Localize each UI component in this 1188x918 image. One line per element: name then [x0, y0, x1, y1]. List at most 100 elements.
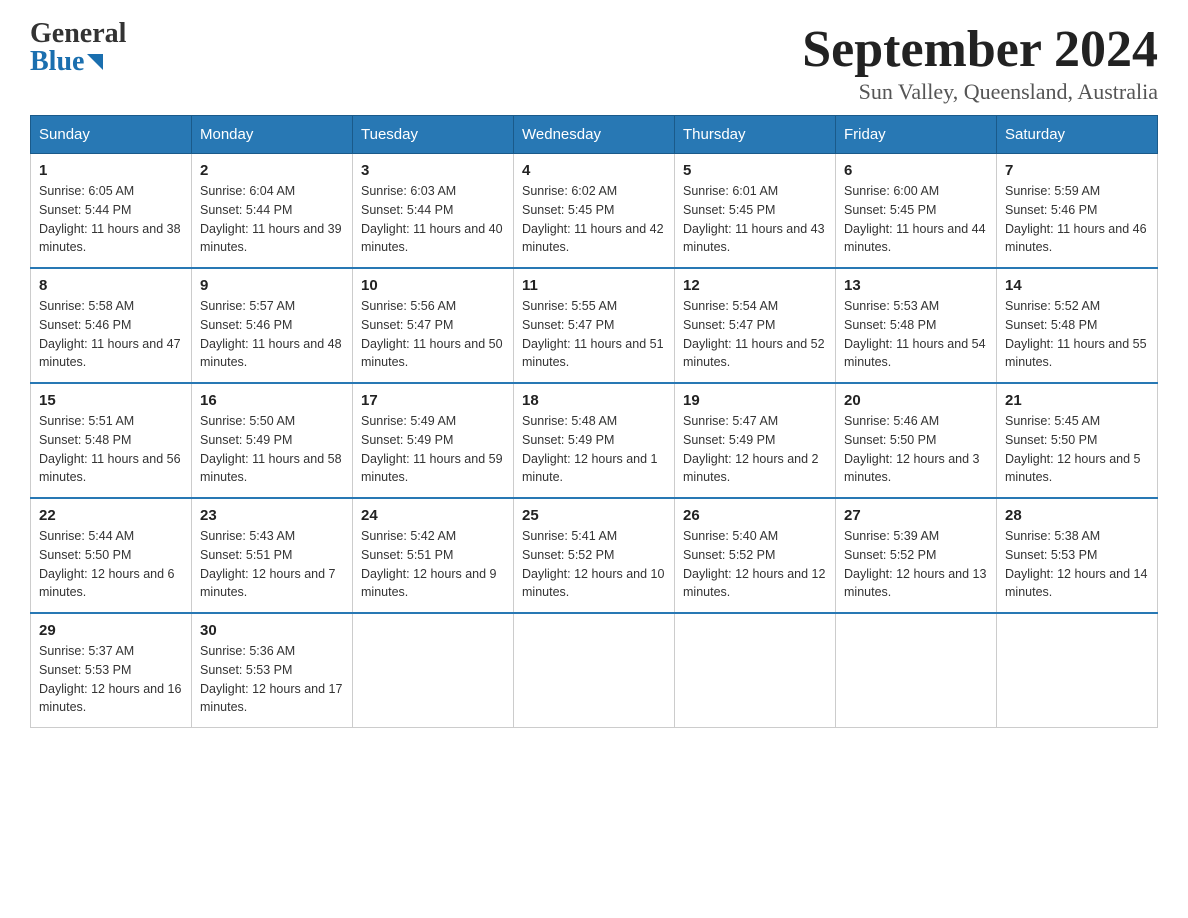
- day-number: 7: [1005, 162, 1149, 179]
- calendar-cell: 4 Sunrise: 6:02 AMSunset: 5:45 PMDayligh…: [514, 154, 675, 269]
- day-info: Sunrise: 6:04 AMSunset: 5:44 PMDaylight:…: [200, 182, 344, 257]
- day-info: Sunrise: 5:45 AMSunset: 5:50 PMDaylight:…: [1005, 412, 1149, 487]
- day-number: 5: [683, 162, 827, 179]
- day-number: 20: [844, 392, 988, 409]
- calendar-cell: 19 Sunrise: 5:47 AMSunset: 5:49 PMDaylig…: [675, 383, 836, 498]
- calendar-cell: 17 Sunrise: 5:49 AMSunset: 5:49 PMDaylig…: [353, 383, 514, 498]
- calendar-cell: 15 Sunrise: 5:51 AMSunset: 5:48 PMDaylig…: [31, 383, 192, 498]
- day-info: Sunrise: 6:00 AMSunset: 5:45 PMDaylight:…: [844, 182, 988, 257]
- day-info: Sunrise: 5:43 AMSunset: 5:51 PMDaylight:…: [200, 527, 344, 602]
- calendar-week-row: 1 Sunrise: 6:05 AMSunset: 5:44 PMDayligh…: [31, 154, 1158, 269]
- day-info: Sunrise: 5:50 AMSunset: 5:49 PMDaylight:…: [200, 412, 344, 487]
- calendar-cell: 22 Sunrise: 5:44 AMSunset: 5:50 PMDaylig…: [31, 498, 192, 613]
- day-info: Sunrise: 6:03 AMSunset: 5:44 PMDaylight:…: [361, 182, 505, 257]
- day-info: Sunrise: 5:54 AMSunset: 5:47 PMDaylight:…: [683, 297, 827, 372]
- day-number: 26: [683, 507, 827, 524]
- day-number: 16: [200, 392, 344, 409]
- day-number: 25: [522, 507, 666, 524]
- day-number: 19: [683, 392, 827, 409]
- day-info: Sunrise: 6:01 AMSunset: 5:45 PMDaylight:…: [683, 182, 827, 257]
- logo-triangle-icon: [87, 54, 103, 70]
- calendar-cell: 10 Sunrise: 5:56 AMSunset: 5:47 PMDaylig…: [353, 268, 514, 383]
- page-header: General Blue September 2024 Sun Valley, …: [30, 20, 1158, 105]
- day-info: Sunrise: 6:02 AMSunset: 5:45 PMDaylight:…: [522, 182, 666, 257]
- calendar-cell: 12 Sunrise: 5:54 AMSunset: 5:47 PMDaylig…: [675, 268, 836, 383]
- calendar-cell: [997, 613, 1158, 728]
- day-number: 9: [200, 277, 344, 294]
- day-info: Sunrise: 5:56 AMSunset: 5:47 PMDaylight:…: [361, 297, 505, 372]
- day-info: Sunrise: 5:55 AMSunset: 5:47 PMDaylight:…: [522, 297, 666, 372]
- logo: General Blue: [30, 20, 126, 76]
- day-number: 22: [39, 507, 183, 524]
- day-number: 23: [200, 507, 344, 524]
- calendar-cell: 11 Sunrise: 5:55 AMSunset: 5:47 PMDaylig…: [514, 268, 675, 383]
- calendar-cell: [514, 613, 675, 728]
- calendar-cell: 21 Sunrise: 5:45 AMSunset: 5:50 PMDaylig…: [997, 383, 1158, 498]
- calendar-cell: 3 Sunrise: 6:03 AMSunset: 5:44 PMDayligh…: [353, 154, 514, 269]
- logo-general-text: General: [30, 20, 126, 48]
- day-info: Sunrise: 5:37 AMSunset: 5:53 PMDaylight:…: [39, 642, 183, 717]
- calendar-cell: 28 Sunrise: 5:38 AMSunset: 5:53 PMDaylig…: [997, 498, 1158, 613]
- calendar-cell: 1 Sunrise: 6:05 AMSunset: 5:44 PMDayligh…: [31, 154, 192, 269]
- day-info: Sunrise: 5:40 AMSunset: 5:52 PMDaylight:…: [683, 527, 827, 602]
- day-number: 18: [522, 392, 666, 409]
- calendar-week-row: 29 Sunrise: 5:37 AMSunset: 5:53 PMDaylig…: [31, 613, 1158, 728]
- day-header-monday: Monday: [192, 116, 353, 154]
- calendar-cell: 13 Sunrise: 5:53 AMSunset: 5:48 PMDaylig…: [836, 268, 997, 383]
- day-number: 24: [361, 507, 505, 524]
- calendar-week-row: 15 Sunrise: 5:51 AMSunset: 5:48 PMDaylig…: [31, 383, 1158, 498]
- calendar-cell: 20 Sunrise: 5:46 AMSunset: 5:50 PMDaylig…: [836, 383, 997, 498]
- day-number: 12: [683, 277, 827, 294]
- day-header-thursday: Thursday: [675, 116, 836, 154]
- day-info: Sunrise: 5:36 AMSunset: 5:53 PMDaylight:…: [200, 642, 344, 717]
- day-info: Sunrise: 5:51 AMSunset: 5:48 PMDaylight:…: [39, 412, 183, 487]
- day-number: 30: [200, 622, 344, 639]
- calendar-cell: 7 Sunrise: 5:59 AMSunset: 5:46 PMDayligh…: [997, 154, 1158, 269]
- calendar-cell: 16 Sunrise: 5:50 AMSunset: 5:49 PMDaylig…: [192, 383, 353, 498]
- day-info: Sunrise: 5:47 AMSunset: 5:49 PMDaylight:…: [683, 412, 827, 487]
- calendar-cell: [353, 613, 514, 728]
- day-number: 27: [844, 507, 988, 524]
- day-header-sunday: Sunday: [31, 116, 192, 154]
- calendar-cell: 29 Sunrise: 5:37 AMSunset: 5:53 PMDaylig…: [31, 613, 192, 728]
- day-header-wednesday: Wednesday: [514, 116, 675, 154]
- day-info: Sunrise: 5:41 AMSunset: 5:52 PMDaylight:…: [522, 527, 666, 602]
- day-number: 15: [39, 392, 183, 409]
- day-number: 11: [522, 277, 666, 294]
- calendar-cell: 27 Sunrise: 5:39 AMSunset: 5:52 PMDaylig…: [836, 498, 997, 613]
- calendar-cell: 9 Sunrise: 5:57 AMSunset: 5:46 PMDayligh…: [192, 268, 353, 383]
- month-title: September 2024: [802, 20, 1158, 79]
- day-info: Sunrise: 5:53 AMSunset: 5:48 PMDaylight:…: [844, 297, 988, 372]
- day-info: Sunrise: 5:52 AMSunset: 5:48 PMDaylight:…: [1005, 297, 1149, 372]
- calendar-cell: 8 Sunrise: 5:58 AMSunset: 5:46 PMDayligh…: [31, 268, 192, 383]
- calendar-table: SundayMondayTuesdayWednesdayThursdayFrid…: [30, 115, 1158, 728]
- day-info: Sunrise: 5:44 AMSunset: 5:50 PMDaylight:…: [39, 527, 183, 602]
- day-number: 2: [200, 162, 344, 179]
- calendar-week-row: 8 Sunrise: 5:58 AMSunset: 5:46 PMDayligh…: [31, 268, 1158, 383]
- calendar-cell: 30 Sunrise: 5:36 AMSunset: 5:53 PMDaylig…: [192, 613, 353, 728]
- day-number: 6: [844, 162, 988, 179]
- day-number: 29: [39, 622, 183, 639]
- location-text: Sun Valley, Queensland, Australia: [802, 79, 1158, 105]
- day-number: 1: [39, 162, 183, 179]
- day-number: 17: [361, 392, 505, 409]
- day-number: 10: [361, 277, 505, 294]
- day-number: 28: [1005, 507, 1149, 524]
- calendar-cell: 6 Sunrise: 6:00 AMSunset: 5:45 PMDayligh…: [836, 154, 997, 269]
- day-info: Sunrise: 5:38 AMSunset: 5:53 PMDaylight:…: [1005, 527, 1149, 602]
- day-info: Sunrise: 5:46 AMSunset: 5:50 PMDaylight:…: [844, 412, 988, 487]
- day-header-saturday: Saturday: [997, 116, 1158, 154]
- calendar-cell: 25 Sunrise: 5:41 AMSunset: 5:52 PMDaylig…: [514, 498, 675, 613]
- day-info: Sunrise: 6:05 AMSunset: 5:44 PMDaylight:…: [39, 182, 183, 257]
- day-number: 13: [844, 277, 988, 294]
- calendar-cell: [836, 613, 997, 728]
- calendar-cell: 14 Sunrise: 5:52 AMSunset: 5:48 PMDaylig…: [997, 268, 1158, 383]
- day-info: Sunrise: 5:57 AMSunset: 5:46 PMDaylight:…: [200, 297, 344, 372]
- day-number: 8: [39, 277, 183, 294]
- day-number: 14: [1005, 277, 1149, 294]
- calendar-cell: 2 Sunrise: 6:04 AMSunset: 5:44 PMDayligh…: [192, 154, 353, 269]
- calendar-cell: 23 Sunrise: 5:43 AMSunset: 5:51 PMDaylig…: [192, 498, 353, 613]
- calendar-header-row: SundayMondayTuesdayWednesdayThursdayFrid…: [31, 116, 1158, 154]
- calendar-cell: 5 Sunrise: 6:01 AMSunset: 5:45 PMDayligh…: [675, 154, 836, 269]
- day-number: 3: [361, 162, 505, 179]
